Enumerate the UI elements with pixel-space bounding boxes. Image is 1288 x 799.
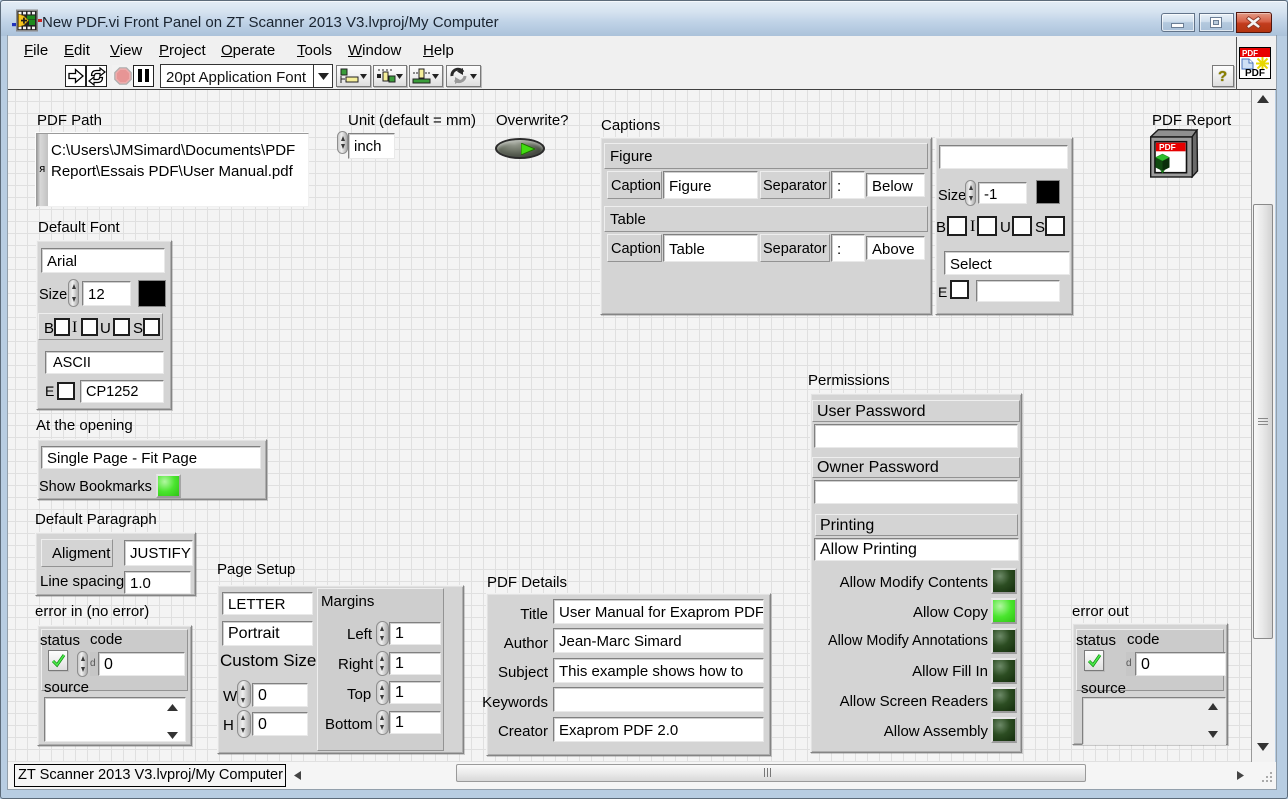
svg-text:PDF: PDF [1159, 142, 1176, 152]
